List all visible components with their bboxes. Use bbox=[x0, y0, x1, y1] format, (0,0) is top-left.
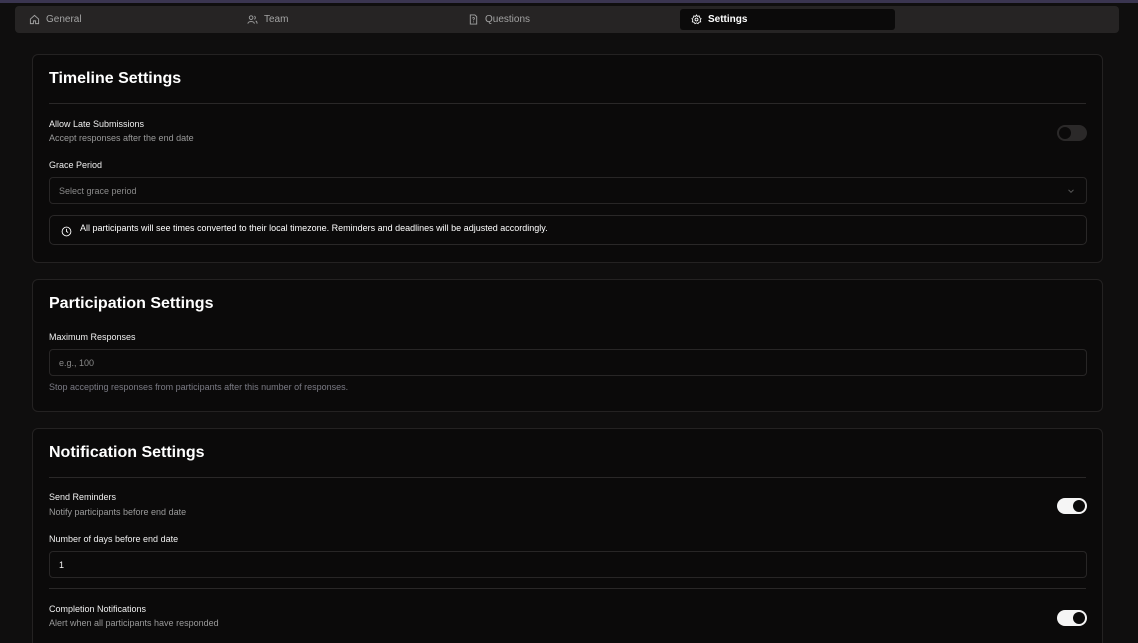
reminder-days-label: Number of days before end date bbox=[49, 534, 179, 544]
maximum-responses-help: Stop accepting responses from participan… bbox=[49, 382, 349, 392]
timeline-settings-card: Timeline Settings Allow Late Submissions… bbox=[32, 54, 1103, 263]
late-submissions-description: Accept responses after the end date bbox=[49, 133, 194, 143]
timezone-info-text: All participants will see times converte… bbox=[80, 223, 548, 233]
gear-icon bbox=[691, 14, 702, 25]
maximum-responses-label: Maximum Responses bbox=[49, 332, 136, 342]
maximum-responses-placeholder: e.g., 100 bbox=[59, 357, 95, 368]
late-submissions-toggle[interactable] bbox=[1057, 125, 1087, 141]
tab-questions[interactable]: Questions bbox=[457, 9, 678, 30]
participation-settings-title: Participation Settings bbox=[49, 295, 214, 312]
send-reminders-label: Send Reminders bbox=[49, 492, 117, 502]
tab-general[interactable]: General bbox=[18, 9, 236, 30]
file-question-icon bbox=[469, 14, 478, 25]
tab-label: Settings bbox=[708, 14, 748, 25]
home-icon bbox=[29, 14, 40, 25]
maximum-responses-input[interactable]: e.g., 100 bbox=[49, 349, 1087, 376]
participation-settings-card: Participation Settings Maximum Responses… bbox=[32, 279, 1103, 412]
reminder-days-input[interactable]: 1 bbox=[49, 551, 1087, 578]
reminder-days-value: 1 bbox=[59, 559, 65, 570]
tab-label: Questions bbox=[485, 14, 531, 25]
send-reminders-toggle[interactable] bbox=[1057, 498, 1087, 514]
completion-notifications-label: Completion Notifications bbox=[49, 604, 147, 614]
tab-label: Team bbox=[264, 14, 289, 25]
completion-notifications-toggle[interactable] bbox=[1057, 610, 1087, 626]
grace-period-select[interactable]: Select grace period bbox=[49, 177, 1087, 204]
chevron-down-icon bbox=[1068, 189, 1074, 194]
tab-label: General bbox=[46, 14, 82, 25]
send-reminders-description: Notify participants before end date bbox=[49, 507, 187, 517]
completion-notifications-description: Alert when all participants have respond… bbox=[49, 618, 219, 628]
window-top-border bbox=[0, 0, 1138, 3]
tab-bar: General Team Questions Settings bbox=[15, 6, 1119, 33]
notification-settings-title: Notification Settings bbox=[49, 444, 205, 461]
toggle-knob bbox=[1073, 612, 1085, 624]
timeline-settings-title: Timeline Settings bbox=[49, 70, 182, 87]
divider bbox=[49, 477, 1086, 478]
divider bbox=[49, 103, 1086, 104]
notification-settings-card: Notification Settings Send Reminders Not… bbox=[32, 428, 1103, 643]
toggle-knob bbox=[1059, 127, 1071, 139]
grace-period-label: Grace Period bbox=[49, 160, 103, 170]
grace-period-placeholder: Select grace period bbox=[59, 185, 137, 196]
timezone-info-box: All participants will see times converte… bbox=[49, 215, 1087, 245]
divider bbox=[49, 588, 1086, 589]
clock-icon bbox=[61, 226, 72, 237]
late-submissions-label: Allow Late Submissions bbox=[49, 119, 145, 129]
tab-team[interactable]: Team bbox=[236, 9, 457, 30]
toggle-knob bbox=[1073, 500, 1085, 512]
users-icon bbox=[247, 15, 258, 24]
tab-settings[interactable]: Settings bbox=[680, 9, 895, 30]
